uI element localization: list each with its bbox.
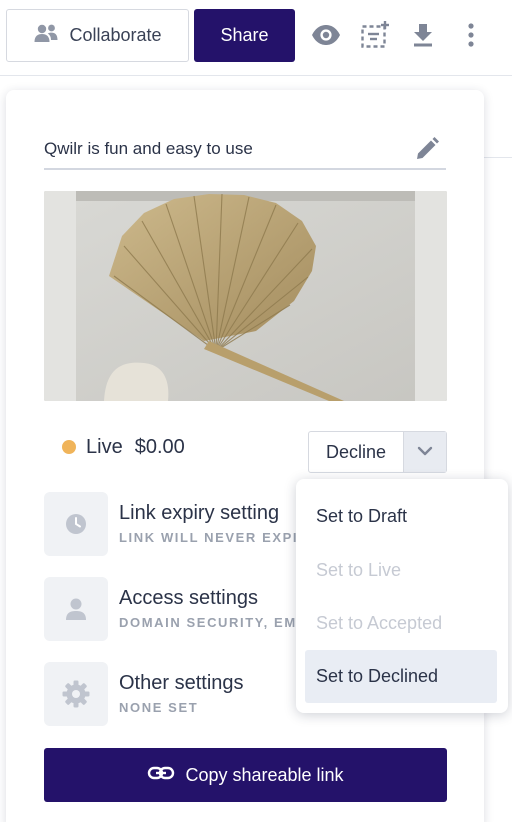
eye-icon[interactable] (311, 20, 341, 50)
background-divider (484, 76, 512, 158)
status-dropdown-menu: Set to Draft Set to Live Set to Accepted… (296, 479, 508, 713)
link-icon (147, 765, 175, 786)
setting-name: Access settings (119, 587, 258, 609)
gear-icon (44, 662, 108, 726)
download-icon[interactable] (408, 20, 438, 50)
status-action-split-button: Decline (308, 431, 447, 473)
menu-item-set-to-draft[interactable]: Set to Draft (305, 490, 497, 543)
status-label: Live (86, 435, 123, 458)
copy-link-label: Copy shareable link (185, 764, 344, 785)
page-title: Qwilr is fun and easy to use (44, 139, 253, 158)
menu-item-set-to-live: Set to Live (305, 544, 497, 597)
collaborate-label: Collaborate (69, 25, 162, 45)
menu-item-set-to-declined[interactable]: Set to Declined (305, 650, 497, 703)
setting-subtext: LINK WILL NEVER EXPI (119, 530, 299, 545)
pencil-icon[interactable] (414, 136, 440, 162)
copy-shareable-link-button[interactable]: Copy shareable link (44, 748, 447, 802)
share-button[interactable]: Share (194, 9, 295, 62)
top-toolbar: Collaborate Share (0, 0, 512, 76)
setting-name: Link expiry setting (119, 502, 280, 524)
menu-item-set-to-accepted: Set to Accepted (305, 597, 497, 650)
status-amount: $0.00 (134, 435, 185, 458)
menu-item-label: Set to Declined (316, 666, 439, 686)
chevron-down-icon (417, 443, 433, 461)
decline-button[interactable]: Decline (309, 432, 404, 472)
clock-icon (44, 492, 108, 556)
setting-subtext: NONE SET (119, 700, 199, 715)
menu-item-label: Set to Live (316, 560, 402, 580)
share-label: Share (220, 25, 269, 45)
status-dropdown-toggle[interactable] (404, 432, 446, 472)
cover-image (44, 191, 447, 401)
add-block-icon[interactable] (360, 20, 390, 50)
more-vertical-icon[interactable] (456, 20, 486, 50)
menu-item-label: Set to Draft (316, 506, 408, 526)
collaborate-button[interactable]: Collaborate (6, 9, 189, 62)
setting-name: Other settings (119, 672, 244, 694)
status-dot (62, 440, 76, 454)
setting-subtext: DOMAIN SECURITY, EM (119, 615, 297, 630)
page-title-field[interactable]: Qwilr is fun and easy to use (44, 134, 446, 170)
decline-label: Decline (325, 441, 387, 462)
person-icon (44, 577, 108, 641)
people-icon (33, 23, 59, 48)
menu-item-label: Set to Accepted (316, 613, 443, 633)
status-row: Live $0.00 (62, 434, 185, 460)
